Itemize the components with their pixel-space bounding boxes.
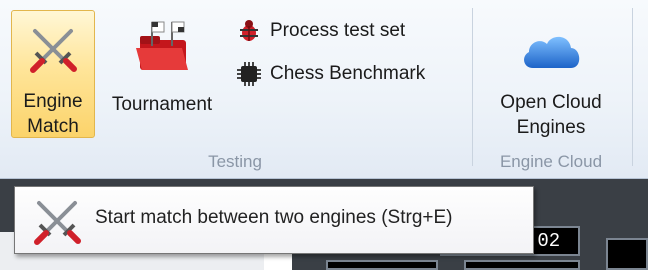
process-test-set-button[interactable]: Process test set <box>236 17 405 45</box>
testing-group-label: Testing <box>208 152 262 171</box>
tooltip-text: Start match between two engines (Strg+E) <box>95 207 453 228</box>
bug-icon <box>240 20 258 41</box>
red-folder-flags-icon <box>136 21 188 70</box>
cloud-icon <box>524 36 580 68</box>
open-cloud-label-1: Open Cloud <box>500 92 602 113</box>
dark-panel-1 <box>326 260 438 270</box>
testing-group: Engine Match Tournament Process test set… <box>0 0 470 178</box>
crossed-swords-icon <box>34 201 81 245</box>
engine-match-label-1: Engine <box>23 91 83 112</box>
engine-cloud-group-label: Engine Cloud <box>499 152 603 171</box>
process-test-set-label: Process test set <box>270 20 406 41</box>
tooltip: Start match between two engines (Strg+E) <box>14 186 534 254</box>
tournament-label: Tournament <box>111 94 213 115</box>
engine-cloud-group: Open Cloud Engines Engine Cloud <box>473 0 629 178</box>
open-cloud-label-2: Engines <box>516 117 586 138</box>
dark-panel-3 <box>606 238 648 270</box>
open-cloud-engines-button[interactable]: Open Cloud Engines <box>479 10 623 138</box>
chess-benchmark-button[interactable]: Chess Benchmark <box>236 60 425 88</box>
crossed-swords-icon <box>30 29 77 73</box>
engine-match-label-2: Match <box>27 116 79 137</box>
group-separator-2 <box>632 8 633 166</box>
engine-match-button[interactable]: Engine Match <box>11 10 95 138</box>
dark-panel-2 <box>464 260 580 270</box>
chess-benchmark-label: Chess Benchmark <box>270 63 426 84</box>
chip-icon <box>237 62 261 86</box>
ribbon: Engine Match Tournament Process test set… <box>0 0 648 179</box>
tournament-button[interactable]: Tournament <box>98 10 226 138</box>
